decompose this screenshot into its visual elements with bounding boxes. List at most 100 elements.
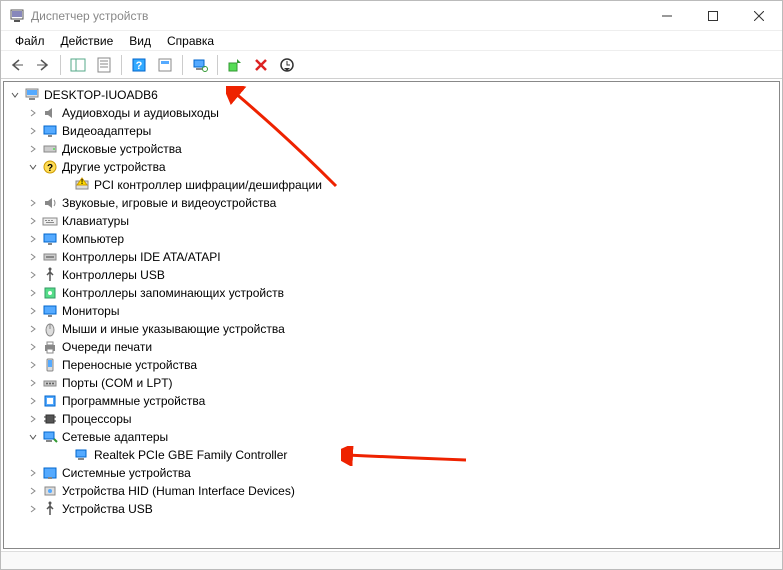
tree-root[interactable]: DESKTOP-IUOADB6 xyxy=(4,86,779,104)
tree-node[interactable]: Компьютер xyxy=(4,230,779,248)
chevron-right-icon[interactable] xyxy=(26,124,40,138)
keyboard-icon xyxy=(42,213,58,229)
menu-file[interactable]: Файл xyxy=(7,32,53,50)
tree-node[interactable]: Порты (COM и LPT) xyxy=(4,374,779,392)
uninstall-button[interactable] xyxy=(249,53,273,77)
forward-button[interactable] xyxy=(31,53,55,77)
chevron-right-icon[interactable] xyxy=(26,322,40,336)
tree-node[interactable]: Контроллеры IDE ATA/ATAPI xyxy=(4,248,779,266)
chevron-right-icon[interactable] xyxy=(26,376,40,390)
port-icon xyxy=(42,375,58,391)
tree-node[interactable]: Мониторы xyxy=(4,302,779,320)
warning-icon: ! xyxy=(74,177,90,193)
show-hide-tree-button[interactable] xyxy=(66,53,90,77)
tree-node[interactable]: Сетевые адаптеры xyxy=(4,428,779,446)
chevron-right-icon[interactable] xyxy=(26,358,40,372)
back-button[interactable] xyxy=(5,53,29,77)
menu-action[interactable]: Действие xyxy=(53,32,122,50)
statusbar xyxy=(1,551,782,569)
tree-node-label: Переносные устройства xyxy=(62,358,197,372)
chevron-right-icon[interactable] xyxy=(26,214,40,228)
chevron-right-icon[interactable] xyxy=(26,286,40,300)
chevron-right-icon[interactable] xyxy=(26,268,40,282)
properties-button[interactable] xyxy=(92,53,116,77)
chevron-right-icon[interactable] xyxy=(26,394,40,408)
enable-device-button[interactable] xyxy=(223,53,247,77)
chevron-down-icon[interactable] xyxy=(8,88,22,102)
tree-node[interactable]: Аудиовходы и аудиовыходы xyxy=(4,104,779,122)
tree-node[interactable]: Дисковые устройства xyxy=(4,140,779,158)
menubar: Файл Действие Вид Справка xyxy=(1,31,782,51)
toolbar-separator xyxy=(60,55,61,75)
tree-node[interactable]: Видеоадаптеры xyxy=(4,122,779,140)
tree-node[interactable]: Контроллеры запоминающих устройств xyxy=(4,284,779,302)
update-driver-button[interactable] xyxy=(275,53,299,77)
tree-node-label: Программные устройства xyxy=(62,394,205,408)
chevron-right-icon[interactable] xyxy=(26,412,40,426)
chevron-down-icon[interactable] xyxy=(26,430,40,444)
tree-node[interactable]: ? Другие устройства xyxy=(4,158,779,176)
tree-node[interactable]: Очереди печати xyxy=(4,338,779,356)
tree-child-node[interactable]: ! PCI контроллер шифрации/дешифрации xyxy=(4,176,779,194)
tree-node-label: Клавиатуры xyxy=(62,214,129,228)
svg-text:?: ? xyxy=(47,163,53,174)
system-icon xyxy=(42,465,58,481)
chevron-right-icon[interactable] xyxy=(26,466,40,480)
menu-view[interactable]: Вид xyxy=(121,32,159,50)
tree-node[interactable]: Системные устройства xyxy=(4,464,779,482)
chevron-right-icon[interactable] xyxy=(26,106,40,120)
tree-node-label: Звуковые, игровые и видеоустройства xyxy=(62,196,276,210)
spacer xyxy=(58,178,72,192)
device-tree[interactable]: DESKTOP-IUOADB6 Аудиовходы и аудиовыходы… xyxy=(3,81,780,549)
spacer xyxy=(58,448,72,462)
tree-node-label: Системные устройства xyxy=(62,466,191,480)
ide-icon xyxy=(42,249,58,265)
minimize-button[interactable] xyxy=(644,1,690,31)
tree-node[interactable]: Звуковые, игровые и видеоустройства xyxy=(4,194,779,212)
tree-node[interactable]: Процессоры xyxy=(4,410,779,428)
help-button[interactable]: ? xyxy=(127,53,151,77)
tree-node-label: Другие устройства xyxy=(62,160,166,174)
audio-icon xyxy=(42,105,58,121)
portable-icon xyxy=(42,357,58,373)
tree-node-label: Мыши и иные указывающие устройства xyxy=(62,322,285,336)
chevron-right-icon[interactable] xyxy=(26,196,40,210)
tree-child-node[interactable]: Realtek PCIe GBE Family Controller xyxy=(4,446,779,464)
tree-node[interactable]: Контроллеры USB xyxy=(4,266,779,284)
tree-node-label: Компьютер xyxy=(62,232,124,246)
close-button[interactable] xyxy=(736,1,782,31)
tree-node-label: Контроллеры запоминающих устройств xyxy=(62,286,284,300)
scan-hardware-button[interactable] xyxy=(188,53,212,77)
tree-node[interactable]: Устройства USB xyxy=(4,500,779,518)
tree-node-label: Realtek PCIe GBE Family Controller xyxy=(94,448,287,462)
chevron-right-icon[interactable] xyxy=(26,142,40,156)
app-icon xyxy=(9,8,25,24)
netcard-icon xyxy=(74,447,90,463)
chevron-right-icon[interactable] xyxy=(26,232,40,246)
action-button[interactable] xyxy=(153,53,177,77)
tree-node[interactable]: Устройства HID (Human Interface Devices) xyxy=(4,482,779,500)
tree-node-label: Аудиовходы и аудиовыходы xyxy=(62,106,219,120)
chevron-right-icon[interactable] xyxy=(26,502,40,516)
network-icon xyxy=(42,429,58,445)
chevron-right-icon[interactable] xyxy=(26,484,40,498)
svg-text:!: ! xyxy=(81,179,83,186)
chevron-right-icon[interactable] xyxy=(26,340,40,354)
maximize-button[interactable] xyxy=(690,1,736,31)
chevron-down-icon[interactable] xyxy=(26,160,40,174)
tree-node-label: Контроллеры USB xyxy=(62,268,165,282)
toolbar-separator xyxy=(121,55,122,75)
tree-node-label: DESKTOP-IUOADB6 xyxy=(44,88,158,102)
tree-node[interactable]: Мыши и иные указывающие устройства xyxy=(4,320,779,338)
tree-node[interactable]: Клавиатуры xyxy=(4,212,779,230)
tree-node[interactable]: Программные устройства xyxy=(4,392,779,410)
tree-node[interactable]: Переносные устройства xyxy=(4,356,779,374)
svg-text:?: ? xyxy=(136,60,143,72)
menu-help[interactable]: Справка xyxy=(159,32,222,50)
cpu-icon xyxy=(42,411,58,427)
sound-icon xyxy=(42,195,58,211)
chevron-right-icon[interactable] xyxy=(26,250,40,264)
chevron-right-icon[interactable] xyxy=(26,304,40,318)
tree-node-label: Видеоадаптеры xyxy=(62,124,151,138)
tree-node-label: Процессоры xyxy=(62,412,132,426)
